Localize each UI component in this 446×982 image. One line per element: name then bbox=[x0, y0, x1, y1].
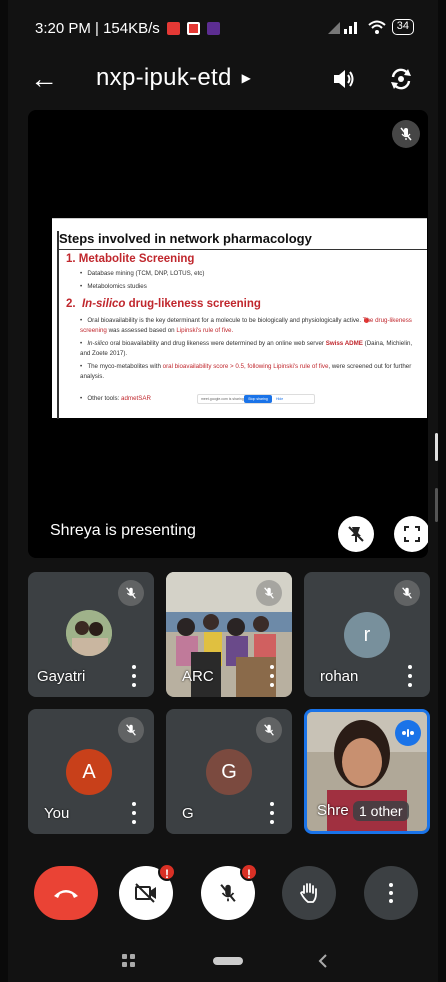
other-participants-count[interactable]: 1 other bbox=[353, 801, 409, 821]
mic-off-icon bbox=[220, 884, 236, 902]
end-call-button[interactable] bbox=[34, 866, 98, 920]
participant-tile-shreya[interactable]: Shre 1 other bbox=[304, 709, 430, 834]
mic-off-icon bbox=[394, 580, 420, 606]
camera-off-icon bbox=[135, 883, 156, 903]
slide-bullet: • In-silico oral bioavailability and dru… bbox=[80, 340, 413, 357]
hang-up-icon bbox=[54, 890, 78, 898]
presentation-panel[interactable]: Steps involved in network pharmacology 1… bbox=[28, 110, 428, 558]
presenting-label: Shreya is presenting bbox=[50, 522, 196, 539]
more-options-button[interactable] bbox=[364, 866, 418, 920]
slide-section-2: 2. In-silico drug-likeness screening bbox=[66, 298, 261, 310]
battery-icon: 34 bbox=[391, 19, 414, 35]
warning-badge: ! bbox=[158, 863, 176, 881]
fullscreen-button[interactable] bbox=[394, 516, 428, 552]
chevron-right-icon: ▶ bbox=[241, 71, 251, 85]
more-options-icon[interactable] bbox=[266, 802, 278, 824]
slide-bullet: • The myco-metabolites with oral bioavai… bbox=[80, 363, 412, 380]
status-bar: 3:20 PM | 154KB/s 34 bbox=[8, 0, 438, 62]
speaker-icon[interactable] bbox=[331, 66, 357, 92]
mic-off-icon bbox=[118, 580, 144, 606]
mic-off-icon bbox=[256, 717, 282, 743]
avatar: r bbox=[344, 612, 390, 658]
more-options-icon[interactable] bbox=[404, 665, 416, 687]
slide-bullet: • Other tools: admetSAR bbox=[80, 395, 151, 402]
system-nav-bar bbox=[8, 942, 438, 982]
status-right: 34 bbox=[327, 19, 414, 35]
mic-off-icon bbox=[256, 580, 282, 606]
status-time: 3:20 PM | 154KB/s bbox=[35, 20, 160, 37]
slide-bullet: • Oral bioavailability is the key determ… bbox=[80, 317, 412, 334]
participant-tile-g[interactable]: G G bbox=[166, 709, 292, 834]
more-vert-icon bbox=[385, 883, 397, 903]
signal-icon bbox=[327, 22, 357, 34]
scrollbar-thumb[interactable] bbox=[435, 433, 438, 461]
speaking-indicator-icon bbox=[395, 720, 421, 746]
meet-app: 3:20 PM | 154KB/s 34 ← nxp-ipuk-etd ▶ St… bbox=[8, 0, 438, 982]
avatar: A bbox=[66, 749, 112, 795]
more-options-icon[interactable] bbox=[266, 665, 278, 687]
participant-name: You bbox=[44, 805, 70, 822]
avatar: G bbox=[206, 749, 252, 795]
slide-section-1: 1. Metabolite Screening bbox=[66, 253, 195, 265]
participant-tile-arc[interactable]: ARC bbox=[166, 572, 292, 697]
avatar bbox=[66, 610, 112, 656]
status-left: 3:20 PM | 154KB/s bbox=[35, 20, 220, 37]
wifi-icon bbox=[368, 20, 386, 34]
participant-name: Gayatri bbox=[37, 668, 86, 685]
participant-tile-you[interactable]: A You bbox=[28, 709, 154, 834]
slide-title: Steps involved in network pharmacology bbox=[57, 231, 427, 250]
mic-off-icon bbox=[118, 717, 144, 743]
participant-name: G bbox=[182, 805, 194, 822]
back-arrow-icon[interactable]: ← bbox=[30, 62, 58, 96]
raise-hand-button[interactable] bbox=[282, 866, 336, 920]
recent-apps-icon[interactable] bbox=[122, 954, 136, 968]
participant-tile-rohan[interactable]: r rohan bbox=[304, 572, 430, 697]
warning-badge: ! bbox=[240, 863, 258, 881]
switch-camera-icon[interactable] bbox=[388, 66, 414, 92]
unpin-icon bbox=[348, 526, 364, 542]
meeting-code: nxp-ipuk-etd bbox=[96, 64, 232, 91]
hide-notice-button: Hide bbox=[276, 397, 284, 401]
slide-border bbox=[57, 231, 59, 419]
phonepe-icon bbox=[206, 22, 220, 35]
fullscreen-icon bbox=[404, 526, 420, 542]
participant-name: ARC bbox=[182, 668, 214, 685]
stop-sharing-button: Stop sharing bbox=[244, 395, 272, 403]
back-nav-icon[interactable] bbox=[318, 953, 328, 969]
slide-bullet: • Metabolomics studies bbox=[80, 283, 147, 290]
scrollbar-track[interactable] bbox=[435, 488, 438, 522]
more-options-icon[interactable] bbox=[128, 665, 140, 687]
shared-slide: Steps involved in network pharmacology 1… bbox=[52, 218, 427, 419]
meeting-header: ← nxp-ipuk-etd ▶ bbox=[8, 62, 438, 102]
mic-off-icon bbox=[392, 120, 420, 148]
hand-icon bbox=[299, 883, 317, 903]
notification-icon bbox=[166, 22, 180, 35]
slide-bullet: • Database mining (TCM, DNP, LOTUS, etc) bbox=[80, 270, 205, 277]
participant-name: rohan bbox=[320, 668, 359, 685]
participant-tile-gayatri[interactable]: Gayatri bbox=[28, 572, 154, 697]
more-options-icon[interactable] bbox=[128, 802, 140, 824]
unpin-button[interactable] bbox=[338, 516, 374, 552]
camera-toggle-button[interactable]: ! bbox=[119, 863, 176, 920]
participant-name: Shre bbox=[317, 802, 349, 819]
mic-toggle-button[interactable]: ! bbox=[201, 863, 258, 920]
notification-icon bbox=[186, 22, 200, 35]
home-pill-icon[interactable] bbox=[213, 957, 243, 965]
meeting-title-button[interactable]: nxp-ipuk-etd ▶ bbox=[96, 64, 251, 92]
